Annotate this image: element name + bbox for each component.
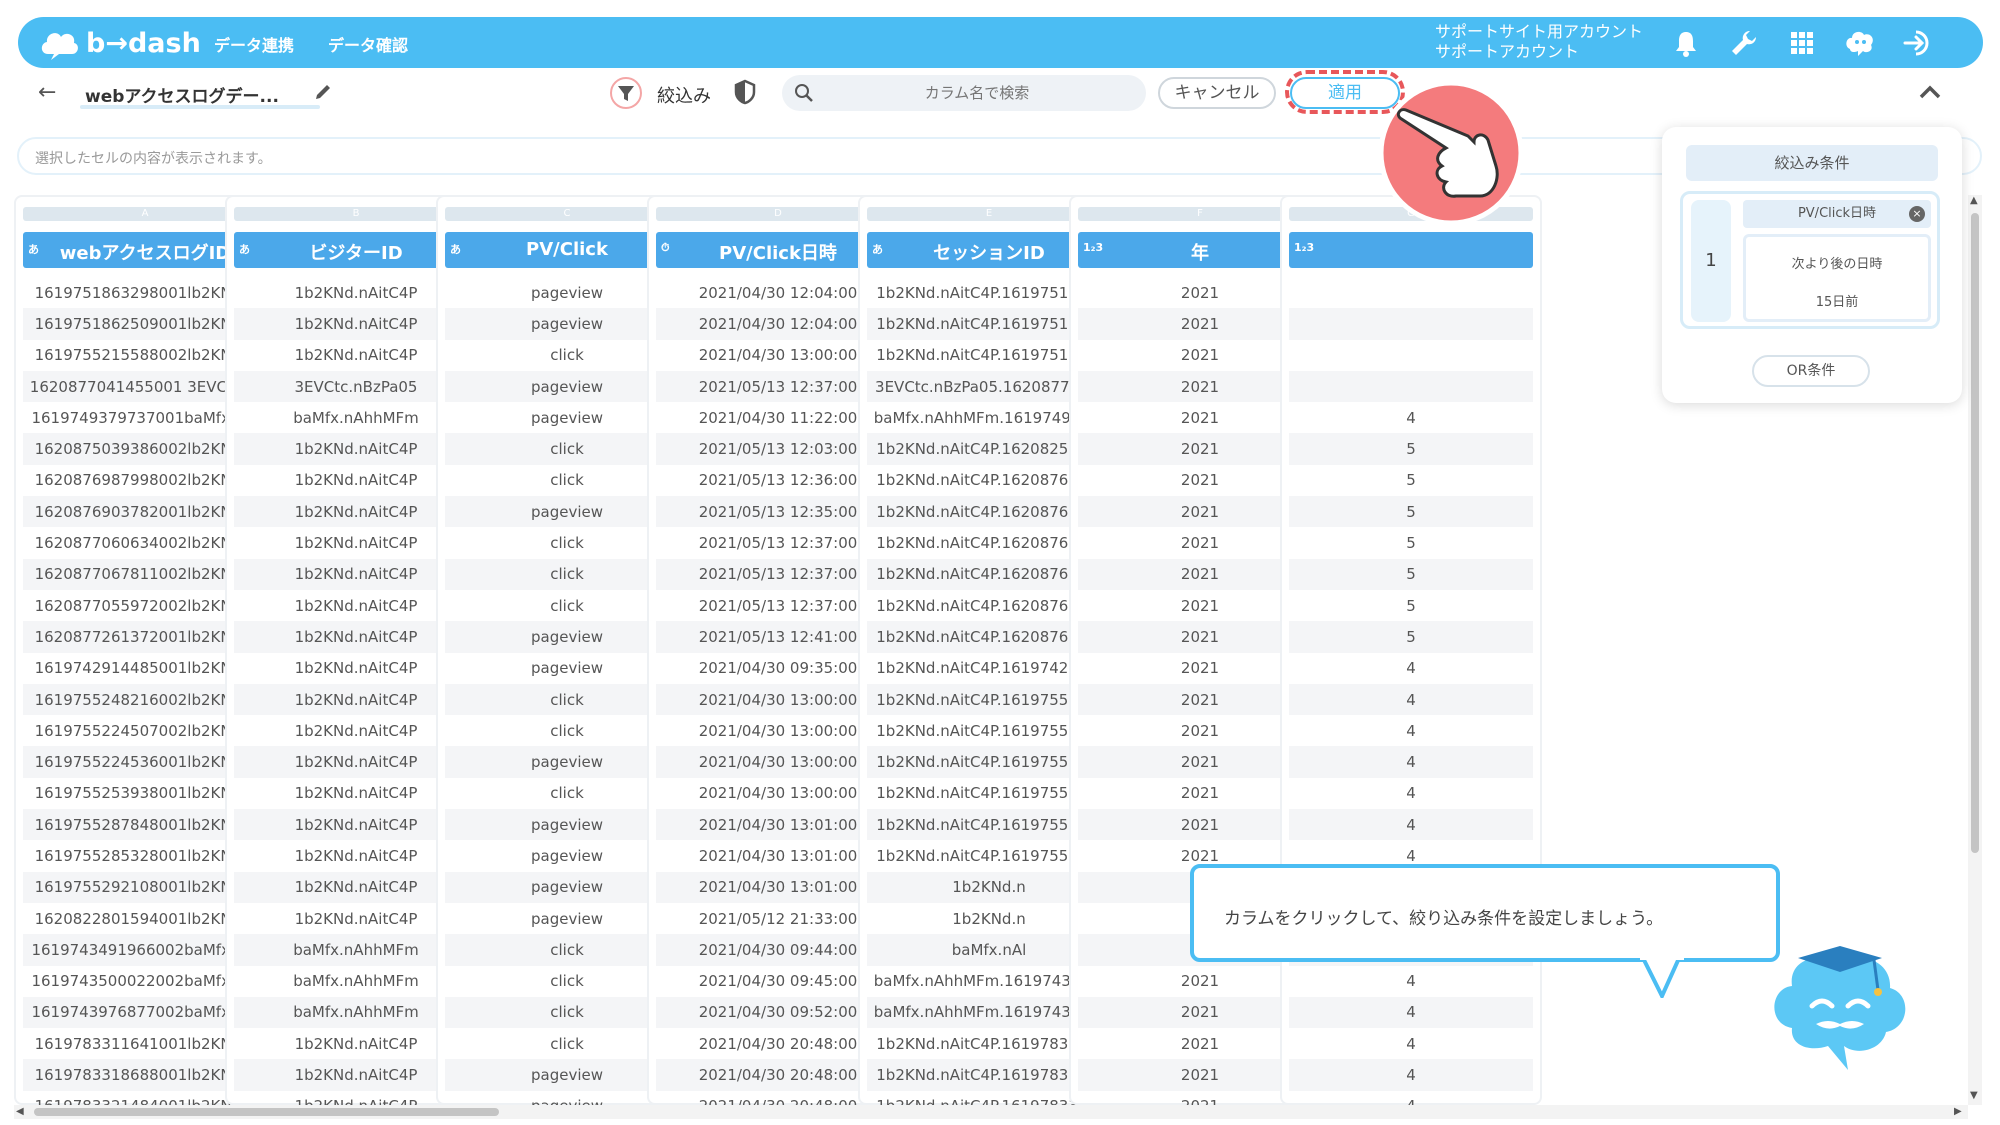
table-cell[interactable]: 4 [1289,1059,1533,1091]
table-cell[interactable] [1289,340,1533,371]
or-condition-button[interactable]: OR条件 [1752,355,1870,387]
chevron-up-icon[interactable] [1918,82,1942,102]
account-name: サポートサイト用アカウント [1435,22,1644,41]
vertical-scroll-thumb[interactable] [1971,213,1979,853]
table-cell[interactable] [1289,277,1533,308]
cancel-button[interactable]: キャンセル [1158,77,1276,109]
table-cell[interactable]: 4 [1289,746,1533,778]
filter-column-chip[interactable]: PV/Click日時 × [1743,200,1931,228]
cell-content-placeholder: 選択したセルの内容が表示されます。 [35,151,272,167]
column-g[interactable]: G1₂345555555444444444444 [1280,195,1542,1105]
app: b→dash データ連携 データ確認 サポートサイト用アカウント サポートアカウ… [0,0,2000,1125]
shield-icon[interactable] [734,79,756,105]
table-cell[interactable]: 4 [1289,778,1533,809]
type-icon: 1₂3 [1294,241,1315,254]
sheet-toolbar: ← webアクセスログデー... 絞込み キャンセル 適用 [10,70,1990,118]
guide-tooltip: カラムをクリックして、絞り込み条件を設定しましょう。 [1190,864,1780,962]
table-cell[interactable]: 4 [1289,809,1533,841]
table-cell[interactable] [1289,370,1533,403]
grid-menu-icon[interactable] [1786,27,1818,59]
table-cell[interactable]: 4 [1289,966,1533,997]
column-search[interactable] [782,75,1146,111]
scroll-right-arrow[interactable]: ▶ [1954,1106,1962,1117]
filter-label: 絞込み [657,86,711,107]
table-cell[interactable]: 4 [1289,715,1533,746]
search-icon [795,84,813,102]
title-underline [80,105,320,109]
tooltip-tail [1640,956,1684,998]
account-info[interactable]: サポートサイト用アカウント サポートアカウント [1435,22,1643,62]
table-cell[interactable]: 4 [1289,1028,1533,1059]
column-header[interactable]: 1₂3 [1289,232,1533,268]
table-cell[interactable]: 5 [1289,433,1533,465]
close-icon[interactable]: × [1909,206,1925,222]
table-cell[interactable]: 5 [1289,465,1533,496]
column-cells: 45555555444444444444 [1289,277,1533,1105]
pointer-hand-icon [1378,80,1524,226]
logo-cloud-icon [41,33,78,60]
horizontal-scrollbar[interactable]: ◀ ▶ [14,1105,1968,1119]
table-cell[interactable]: 4 [1289,996,1533,1029]
funnel-icon [618,86,634,101]
table-cell[interactable]: 4 [1289,653,1533,684]
condition-value: 15日前 [1815,295,1859,310]
nav-data-check[interactable]: データ確認 [328,32,408,56]
scroll-left-arrow[interactable]: ◀ [16,1106,24,1117]
scroll-up-arrow[interactable]: ▲ [1970,195,1978,206]
filter-column-label: PV/Click日時 [1797,206,1877,221]
table-cell[interactable]: 4 [1289,683,1533,716]
logo[interactable]: b→dash [38,24,201,62]
search-input[interactable] [832,81,1122,105]
vertical-scrollbar[interactable]: ▲ ▼ [1968,195,1982,1105]
filter-condition[interactable]: 次より後の日時 15日前 [1743,234,1931,322]
mascot-icon [1774,946,1906,1070]
table-cell[interactable]: 4 [1289,402,1533,433]
table-cell[interactable]: 4 [1289,1091,1533,1105]
table-cell[interactable] [1289,308,1533,340]
condition-operator: 次より後の日時 [1791,257,1883,272]
table-cell[interactable]: 5 [1289,558,1533,590]
table-cell[interactable]: 5 [1289,527,1533,558]
filter-group: 1 PV/Click日時 × 次より後の日時 15日前 [1680,191,1940,329]
brain-chat-icon[interactable] [1844,27,1876,59]
table-cell[interactable]: 5 [1289,590,1533,621]
guide-tooltip-text: カラムをクリックして、絞り込み条件を設定しましょう。 [1224,909,1664,929]
top-bar: b→dash データ連携 データ確認 サポートサイト用アカウント サポートアカウ… [18,17,1983,68]
wrench-icon[interactable] [1728,27,1760,59]
nav-data-link[interactable]: データ連携 [214,32,294,56]
filter-group-number: 1 [1691,200,1731,322]
logout-icon[interactable] [1902,27,1934,59]
filter-condition-panel: 絞込み条件 1 PV/Click日時 × 次より後の日時 15日前 OR条件 [1662,127,1962,403]
scroll-down-arrow[interactable]: ▼ [1970,1090,1978,1101]
back-arrow-icon[interactable]: ← [38,80,56,105]
pencil-icon[interactable] [313,82,333,102]
account-user: サポートアカウント [1435,42,1580,61]
table-cell[interactable]: 5 [1289,621,1533,653]
logo-text: b→dash [86,27,201,59]
horizontal-scroll-thumb[interactable] [34,1108,499,1116]
filter-button[interactable] [610,77,642,109]
sheet-title[interactable]: webアクセスログデー... [85,82,279,107]
bell-icon[interactable] [1670,27,1702,59]
filter-panel-title: 絞込み条件 [1686,145,1938,181]
table-cell[interactable]: 5 [1289,496,1533,528]
